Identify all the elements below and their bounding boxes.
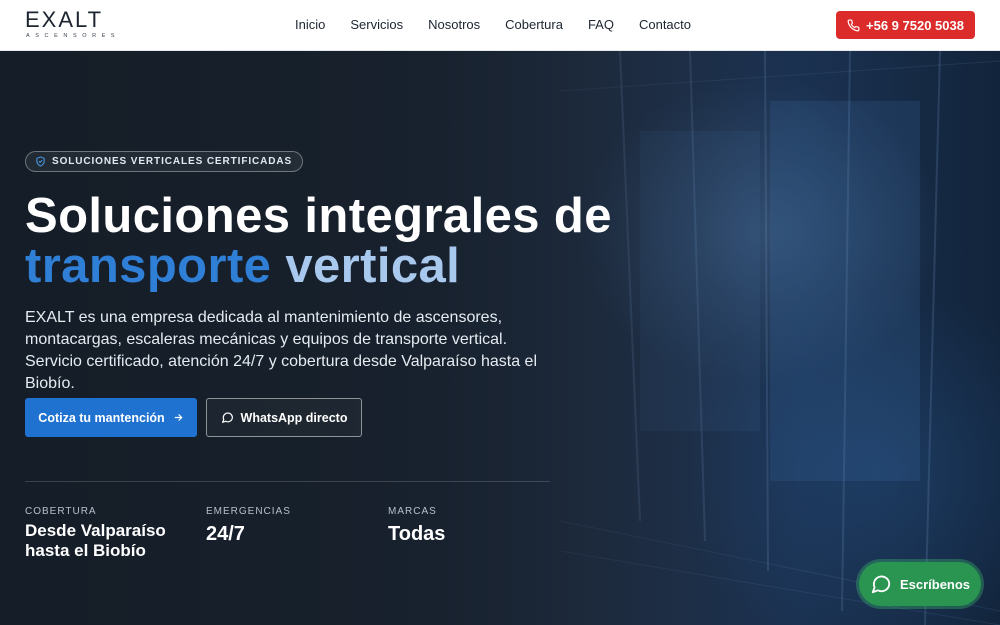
quote-button-label: Cotiza tu mantención	[38, 410, 165, 425]
phone-number: +56 9 7520 5038	[866, 17, 964, 33]
whatsapp-icon	[871, 575, 891, 594]
phone-button[interactable]: +56 9 7520 5038	[836, 11, 975, 39]
stat-value: Todas	[388, 523, 446, 545]
badge-text: SOLUCIONES VERTICALES CERTIFICADAS	[52, 156, 293, 167]
nav-item-servicios[interactable]: Servicios	[350, 17, 403, 33]
stat-emergencies: EMERGENCIAS 24/7	[206, 506, 376, 547]
hero-title-line2: transporte vertical	[25, 238, 460, 294]
chat-label: Escríbenos	[899, 576, 971, 592]
hero-description: EXALT es una empresa dedicada al manteni…	[25, 309, 537, 392]
stat-coverage: COBERTURA Desde Valparaíso hasta el Biob…	[25, 506, 195, 561]
whatsapp-button-label: WhatsApp directo	[240, 410, 348, 425]
nav-item-nosotros[interactable]: Nosotros	[428, 17, 480, 33]
nav-item-contacto[interactable]: Contacto	[639, 17, 691, 33]
shield-check-icon	[36, 156, 45, 167]
stats-divider	[25, 481, 550, 482]
nav-item-faq[interactable]: FAQ	[588, 17, 614, 33]
stat-value: 24/7	[206, 523, 245, 545]
arrow-right-icon	[174, 414, 183, 421]
stat-value: Desde Valparaíso hasta el Biobío	[25, 521, 166, 560]
nav-item-inicio[interactable]: Inicio	[295, 17, 325, 33]
whatsapp-direct-button[interactable]: WhatsApp directo	[206, 398, 362, 437]
nav-item-cobertura[interactable]: Cobertura	[505, 17, 563, 33]
chat-bubble-icon	[221, 412, 233, 423]
chat-widget-button[interactable]: Escríbenos	[859, 562, 981, 606]
stat-brands: MARCAS Todas	[388, 506, 558, 547]
stat-label: MARCAS	[388, 506, 437, 517]
certified-badge: SOLUCIONES VERTICALES CERTIFICADAS	[25, 151, 304, 172]
logo-subtitle: ASCENSORES	[26, 33, 121, 39]
hero-title-highlight-a: transporte	[25, 239, 272, 293]
stat-label: EMERGENCIAS	[206, 506, 291, 517]
quote-maintenance-button[interactable]: Cotiza tu mantención	[25, 398, 197, 437]
main-nav: Inicio Servicios Nosotros Cobertura FAQ …	[295, 17, 691, 33]
hero-title-highlight-b: vertical	[285, 239, 461, 293]
exalt-logo[interactable]: EXALT ASCENSORES	[25, 9, 125, 41]
phone-icon	[847, 18, 860, 31]
hero-title-line1: Soluciones integrales de	[25, 189, 612, 243]
logo-wordmark: EXALT	[25, 7, 104, 32]
hero-section: SOLUCIONES VERTICALES CERTIFICADAS Soluc…	[0, 51, 1000, 625]
site-header: EXALT ASCENSORES Inicio Servicios Nosotr…	[0, 0, 1000, 51]
stat-label: COBERTURA	[25, 506, 97, 517]
